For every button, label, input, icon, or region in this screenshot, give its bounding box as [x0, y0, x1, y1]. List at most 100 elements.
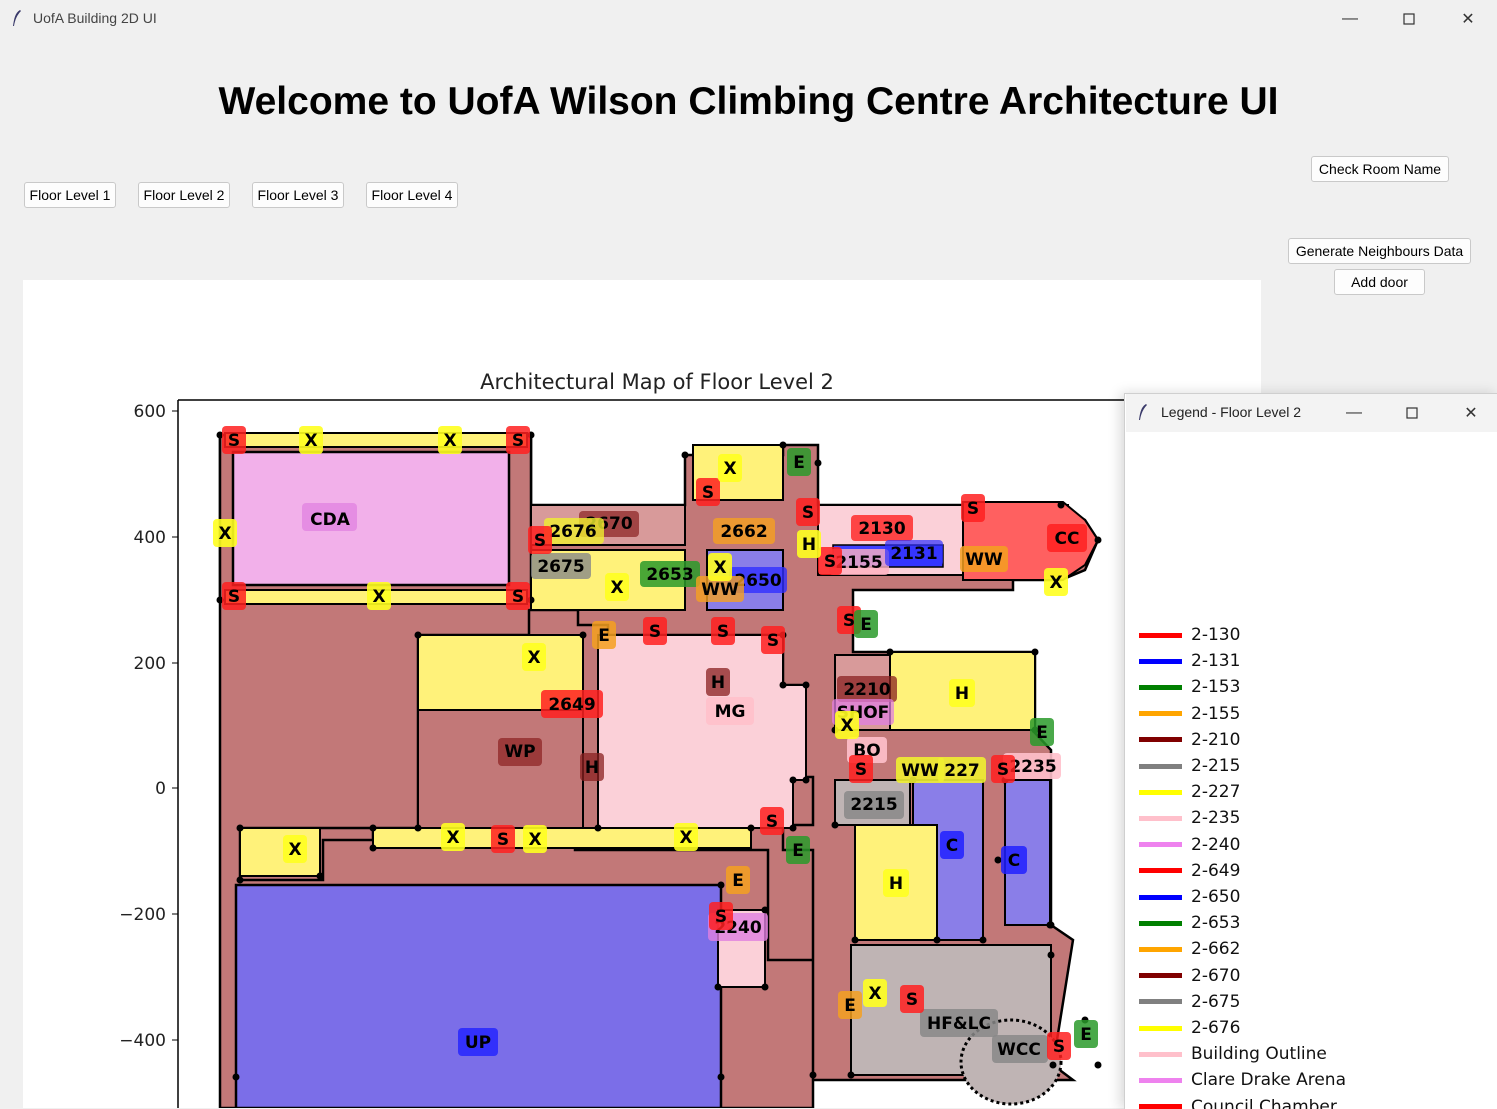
legend-swatch — [1139, 658, 1182, 664]
stair-marker: S — [843, 611, 855, 631]
legend-swatch — [1139, 920, 1182, 926]
label-cc: CC — [1055, 529, 1080, 549]
floor-level-4-button[interactable]: Floor Level 4 — [366, 182, 458, 208]
label-c-1: C — [946, 836, 958, 856]
legend-label: 2-153 — [1191, 677, 1241, 698]
legend-label: 2-210 — [1191, 729, 1241, 750]
legend-swatch — [1139, 815, 1182, 821]
close-icon[interactable]: ✕ — [1445, 6, 1491, 32]
x-marker: X — [713, 558, 726, 578]
map-canvas[interactable]: Architectural Map of Floor Level 2 600 4… — [23, 280, 1261, 1108]
label-ww: WW — [701, 580, 739, 600]
legend-title: Legend - Floor Level 2 — [1161, 404, 1302, 420]
label-2130: 2130 — [858, 519, 905, 539]
stair-marker: S — [715, 907, 727, 927]
legend-swatch — [1139, 1025, 1182, 1031]
legend-label: 2-653 — [1191, 913, 1241, 934]
legend-item: 2-210 — [1139, 728, 1240, 752]
legend-swatch — [1139, 789, 1182, 795]
maximize-icon[interactable] — [1389, 400, 1435, 426]
x-marker: X — [610, 578, 623, 598]
label-cda: CDA — [310, 510, 351, 530]
window-titlebar: UofA Building 2D UI — ✕ — [0, 0, 1497, 38]
legend-titlebar: Legend - Floor Level 2 — ✕ — [1126, 394, 1497, 432]
legend-label: 2-240 — [1191, 834, 1241, 855]
legend-item: 2-649 — [1139, 859, 1240, 883]
label-2675: 2675 — [537, 557, 584, 577]
legend-label: 2-649 — [1191, 860, 1241, 881]
stair-marker: S — [512, 587, 524, 607]
stair-marker: S — [997, 760, 1009, 780]
stair-marker: S — [855, 760, 867, 780]
floor-level-1-button[interactable]: Floor Level 1 — [24, 182, 116, 208]
legend-swatch — [1139, 1051, 1182, 1057]
maximize-icon[interactable] — [1386, 6, 1432, 32]
generate-neighbours-button[interactable]: Generate Neighbours Data — [1288, 238, 1471, 264]
e-marker: E — [793, 453, 805, 473]
legend-item: 2-653 — [1139, 911, 1240, 935]
legend-swatch — [1139, 973, 1182, 979]
label-h-lower: H — [889, 874, 903, 894]
x-marker: X — [446, 828, 459, 848]
add-door-button[interactable]: Add door — [1334, 269, 1425, 295]
label-2676: 2676 — [549, 522, 596, 542]
minimize-icon[interactable]: — — [1331, 400, 1377, 426]
minimize-icon[interactable]: — — [1327, 6, 1373, 32]
feather-icon — [13, 10, 21, 26]
legend-item: 2-227 — [1139, 780, 1240, 804]
y-tick-label: −400 — [119, 1031, 166, 1051]
legend-item: Building Outline — [1139, 1042, 1327, 1066]
label-hflc: HF&LC — [927, 1014, 991, 1034]
legend-label: 2-155 — [1191, 703, 1241, 724]
label-wp: WP — [504, 742, 535, 762]
label-ww-right: WW — [965, 550, 1003, 570]
legend-label: Building Outline — [1191, 1044, 1327, 1065]
legend-item: 2-155 — [1139, 702, 1240, 726]
legend-label: 2-675 — [1191, 991, 1241, 1012]
label-mg: MG — [715, 702, 746, 722]
check-room-name-button[interactable]: Check Room Name — [1311, 156, 1449, 182]
corridor-left — [239, 827, 321, 877]
h-marker: H — [711, 673, 725, 693]
legend-swatch — [1139, 763, 1182, 769]
legend-item: 2-235 — [1139, 806, 1240, 830]
label-2662: 2662 — [720, 522, 767, 542]
legend-swatch — [1139, 868, 1182, 874]
legend-item: Council Chamber — [1139, 1095, 1337, 1109]
label-227: 227 — [944, 761, 980, 781]
stair-marker: S — [228, 431, 240, 451]
label-up: UP — [465, 1033, 491, 1053]
label-wcc: WCC — [997, 1040, 1041, 1060]
e-marker: E — [792, 841, 804, 861]
legend-swatch — [1139, 632, 1182, 638]
legend-label: 2-670 — [1191, 965, 1241, 986]
stair-marker: S — [717, 622, 729, 642]
feather-icon — [1139, 404, 1147, 420]
stair-marker: S — [512, 431, 524, 451]
x-marker: X — [723, 459, 736, 479]
legend-item: 2-670 — [1139, 964, 1240, 988]
floor-map-plot[interactable]: Architectural Map of Floor Level 2 600 4… — [23, 280, 1261, 1108]
legend-label: Clare Drake Arena — [1191, 1070, 1346, 1091]
x-marker: X — [527, 648, 540, 668]
floor-level-3-button[interactable]: Floor Level 3 — [252, 182, 344, 208]
label-2210: 2210 — [843, 680, 890, 700]
label-h-right: H — [955, 684, 969, 704]
legend-item: 2-240 — [1139, 833, 1240, 857]
legend-item: 2-675 — [1139, 990, 1240, 1014]
stair-marker: S — [702, 483, 714, 503]
e-marker: E — [844, 996, 856, 1016]
label-2215: 2215 — [850, 795, 897, 815]
label-2649: 2649 — [548, 695, 595, 715]
h-marker: H — [585, 758, 599, 778]
map-title: Architectural Map of Floor Level 2 — [480, 370, 834, 394]
legend-label: Council Chamber — [1191, 1096, 1337, 1109]
close-icon[interactable]: ✕ — [1448, 400, 1494, 426]
legend-swatch — [1139, 999, 1182, 1005]
x-marker: X — [528, 830, 541, 850]
floor-level-2-button[interactable]: Floor Level 2 — [138, 182, 230, 208]
stair-marker: S — [534, 531, 546, 551]
y-tick-label: 400 — [134, 528, 166, 548]
legend-item: 2-130 — [1139, 623, 1240, 647]
legend-label: 2-215 — [1191, 756, 1241, 776]
